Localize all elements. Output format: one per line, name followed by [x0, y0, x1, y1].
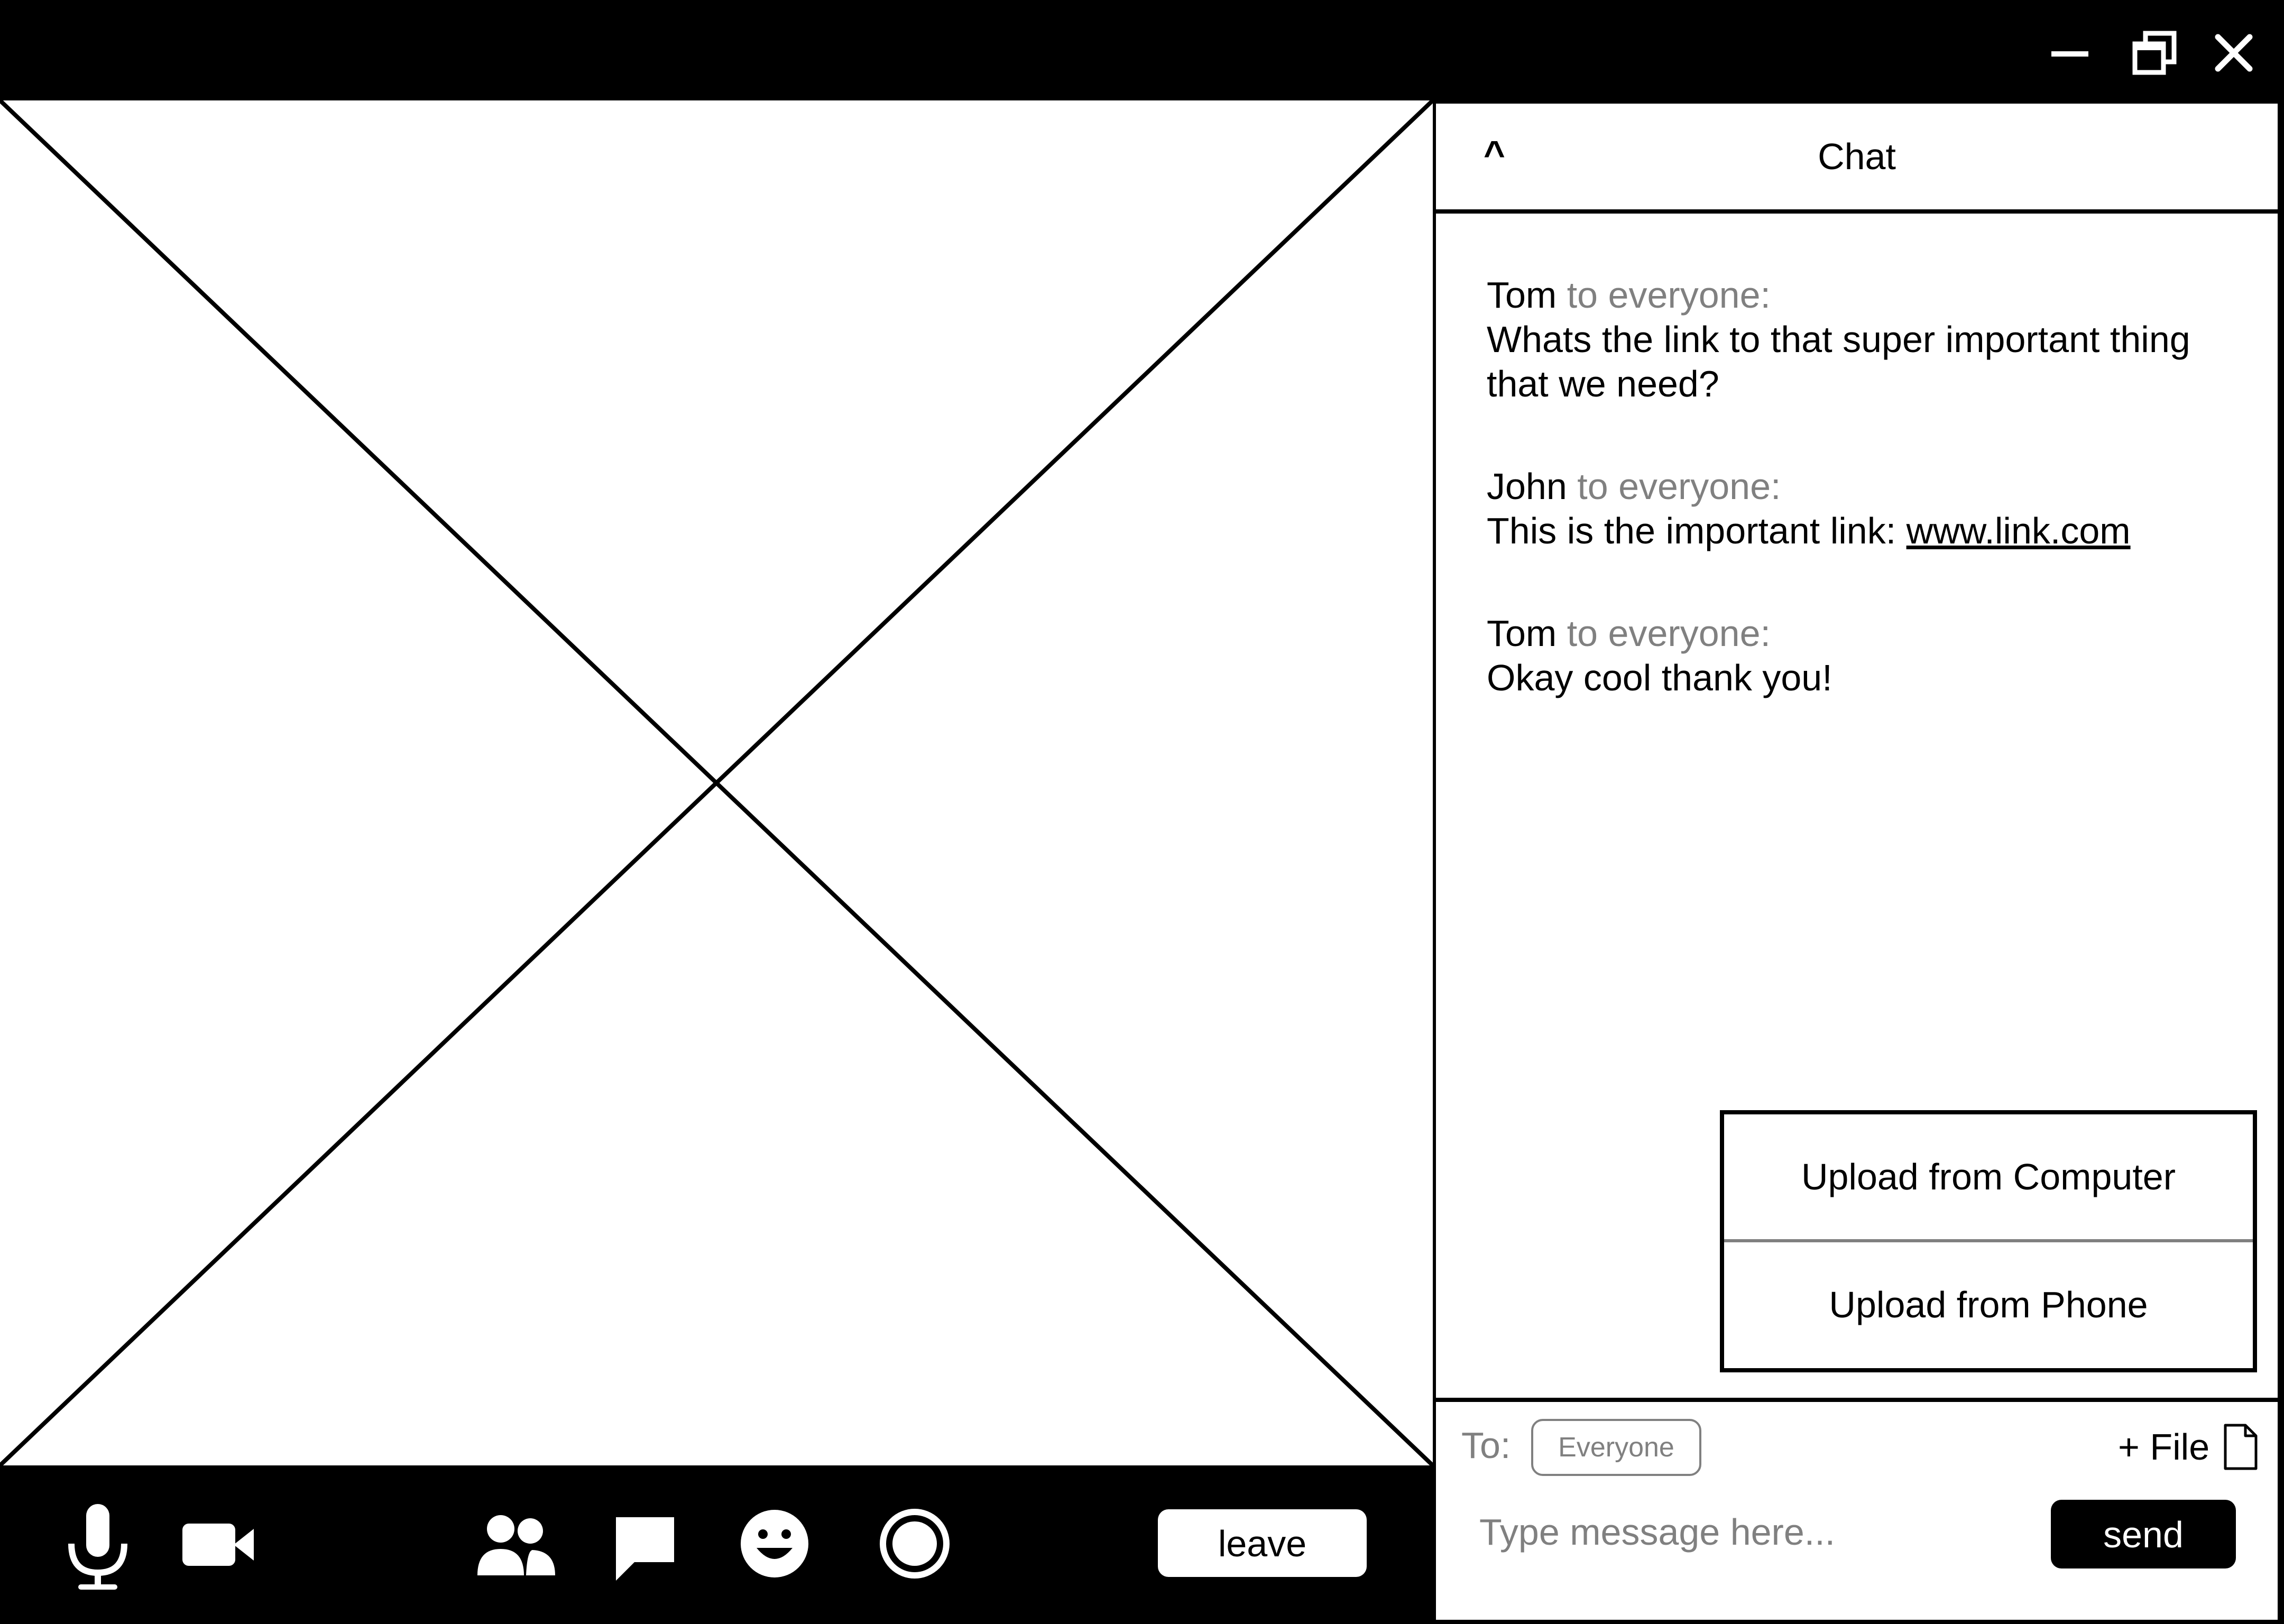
close-button[interactable] [2210, 29, 2258, 77]
message-link[interactable]: www.link.com [1907, 510, 2131, 551]
title-bar [0, 0, 2284, 100]
chat-icon [616, 1517, 674, 1581]
message-text: Okay cool thank you! [1487, 657, 1832, 698]
send-button[interactable]: send [2051, 1500, 2236, 1568]
minimize-icon [2051, 51, 2088, 57]
message-audience: to everyone: [1577, 466, 1781, 507]
upload-from-phone-option[interactable]: Upload from Phone [1724, 1242, 2253, 1367]
minimize-button[interactable] [2046, 29, 2094, 77]
camera-icon [182, 1524, 254, 1566]
file-icon [2224, 1424, 2258, 1470]
video-area [0, 99, 1434, 1467]
message-audience: to everyone: [1567, 613, 1771, 654]
message-list: Tom to everyone: Whats the link to that … [1487, 273, 2259, 758]
participants-button[interactable] [468, 1496, 563, 1591]
microphone-button[interactable] [50, 1496, 145, 1591]
chat-toggle-button[interactable] [597, 1496, 693, 1591]
chat-title: Chat [1818, 136, 1896, 177]
participants-icon [477, 1515, 555, 1575]
chat-message: John to everyone: This is the important … [1487, 464, 2259, 553]
chat-message: Tom to everyone: Okay cool thank you! [1487, 611, 2259, 700]
restore-button[interactable] [2131, 29, 2178, 77]
collapse-chat-icon[interactable]: ^ [1484, 135, 1505, 172]
message-sender: Tom [1487, 613, 1557, 654]
chat-panel: Chat ^ Tom to everyone: Whats the link t… [1433, 100, 2284, 1624]
restore-icon [2132, 31, 2177, 75]
close-icon [2215, 34, 2253, 72]
upload-menu: Upload from Computer Upload from Phone [1720, 1110, 2257, 1372]
add-file-label: + File [2118, 1426, 2210, 1468]
message-input[interactable] [1478, 1492, 2009, 1572]
message-audience: to everyone: [1567, 274, 1771, 316]
add-file-button[interactable]: + File [2118, 1418, 2266, 1476]
reactions-icon [741, 1510, 808, 1577]
compose-area: To: Everyone + File send [1436, 1398, 2278, 1624]
record-button[interactable] [867, 1496, 962, 1591]
upload-from-computer-option[interactable]: Upload from Computer [1724, 1114, 2253, 1242]
chat-header: Chat ^ [1436, 104, 2278, 214]
image-placeholder-icon [0, 99, 1434, 1467]
camera-button[interactable] [169, 1496, 264, 1591]
recipient-select[interactable]: Everyone [1531, 1419, 1701, 1476]
message-sender: John [1487, 466, 1567, 507]
record-icon [880, 1509, 950, 1579]
message-sender: Tom [1487, 274, 1557, 316]
message-text: Whats the link to that super important t… [1487, 319, 2190, 404]
leave-button[interactable]: leave [1158, 1509, 1367, 1577]
chat-panel-body: Chat ^ Tom to everyone: Whats the link t… [1436, 104, 2278, 1620]
recipient-label: To: [1461, 1425, 1511, 1466]
message-text: This is the important link: [1487, 510, 1907, 551]
microphone-icon [68, 1504, 127, 1590]
chat-message: Tom to everyone: Whats the link to that … [1487, 273, 2259, 406]
reactions-button[interactable] [727, 1496, 822, 1591]
